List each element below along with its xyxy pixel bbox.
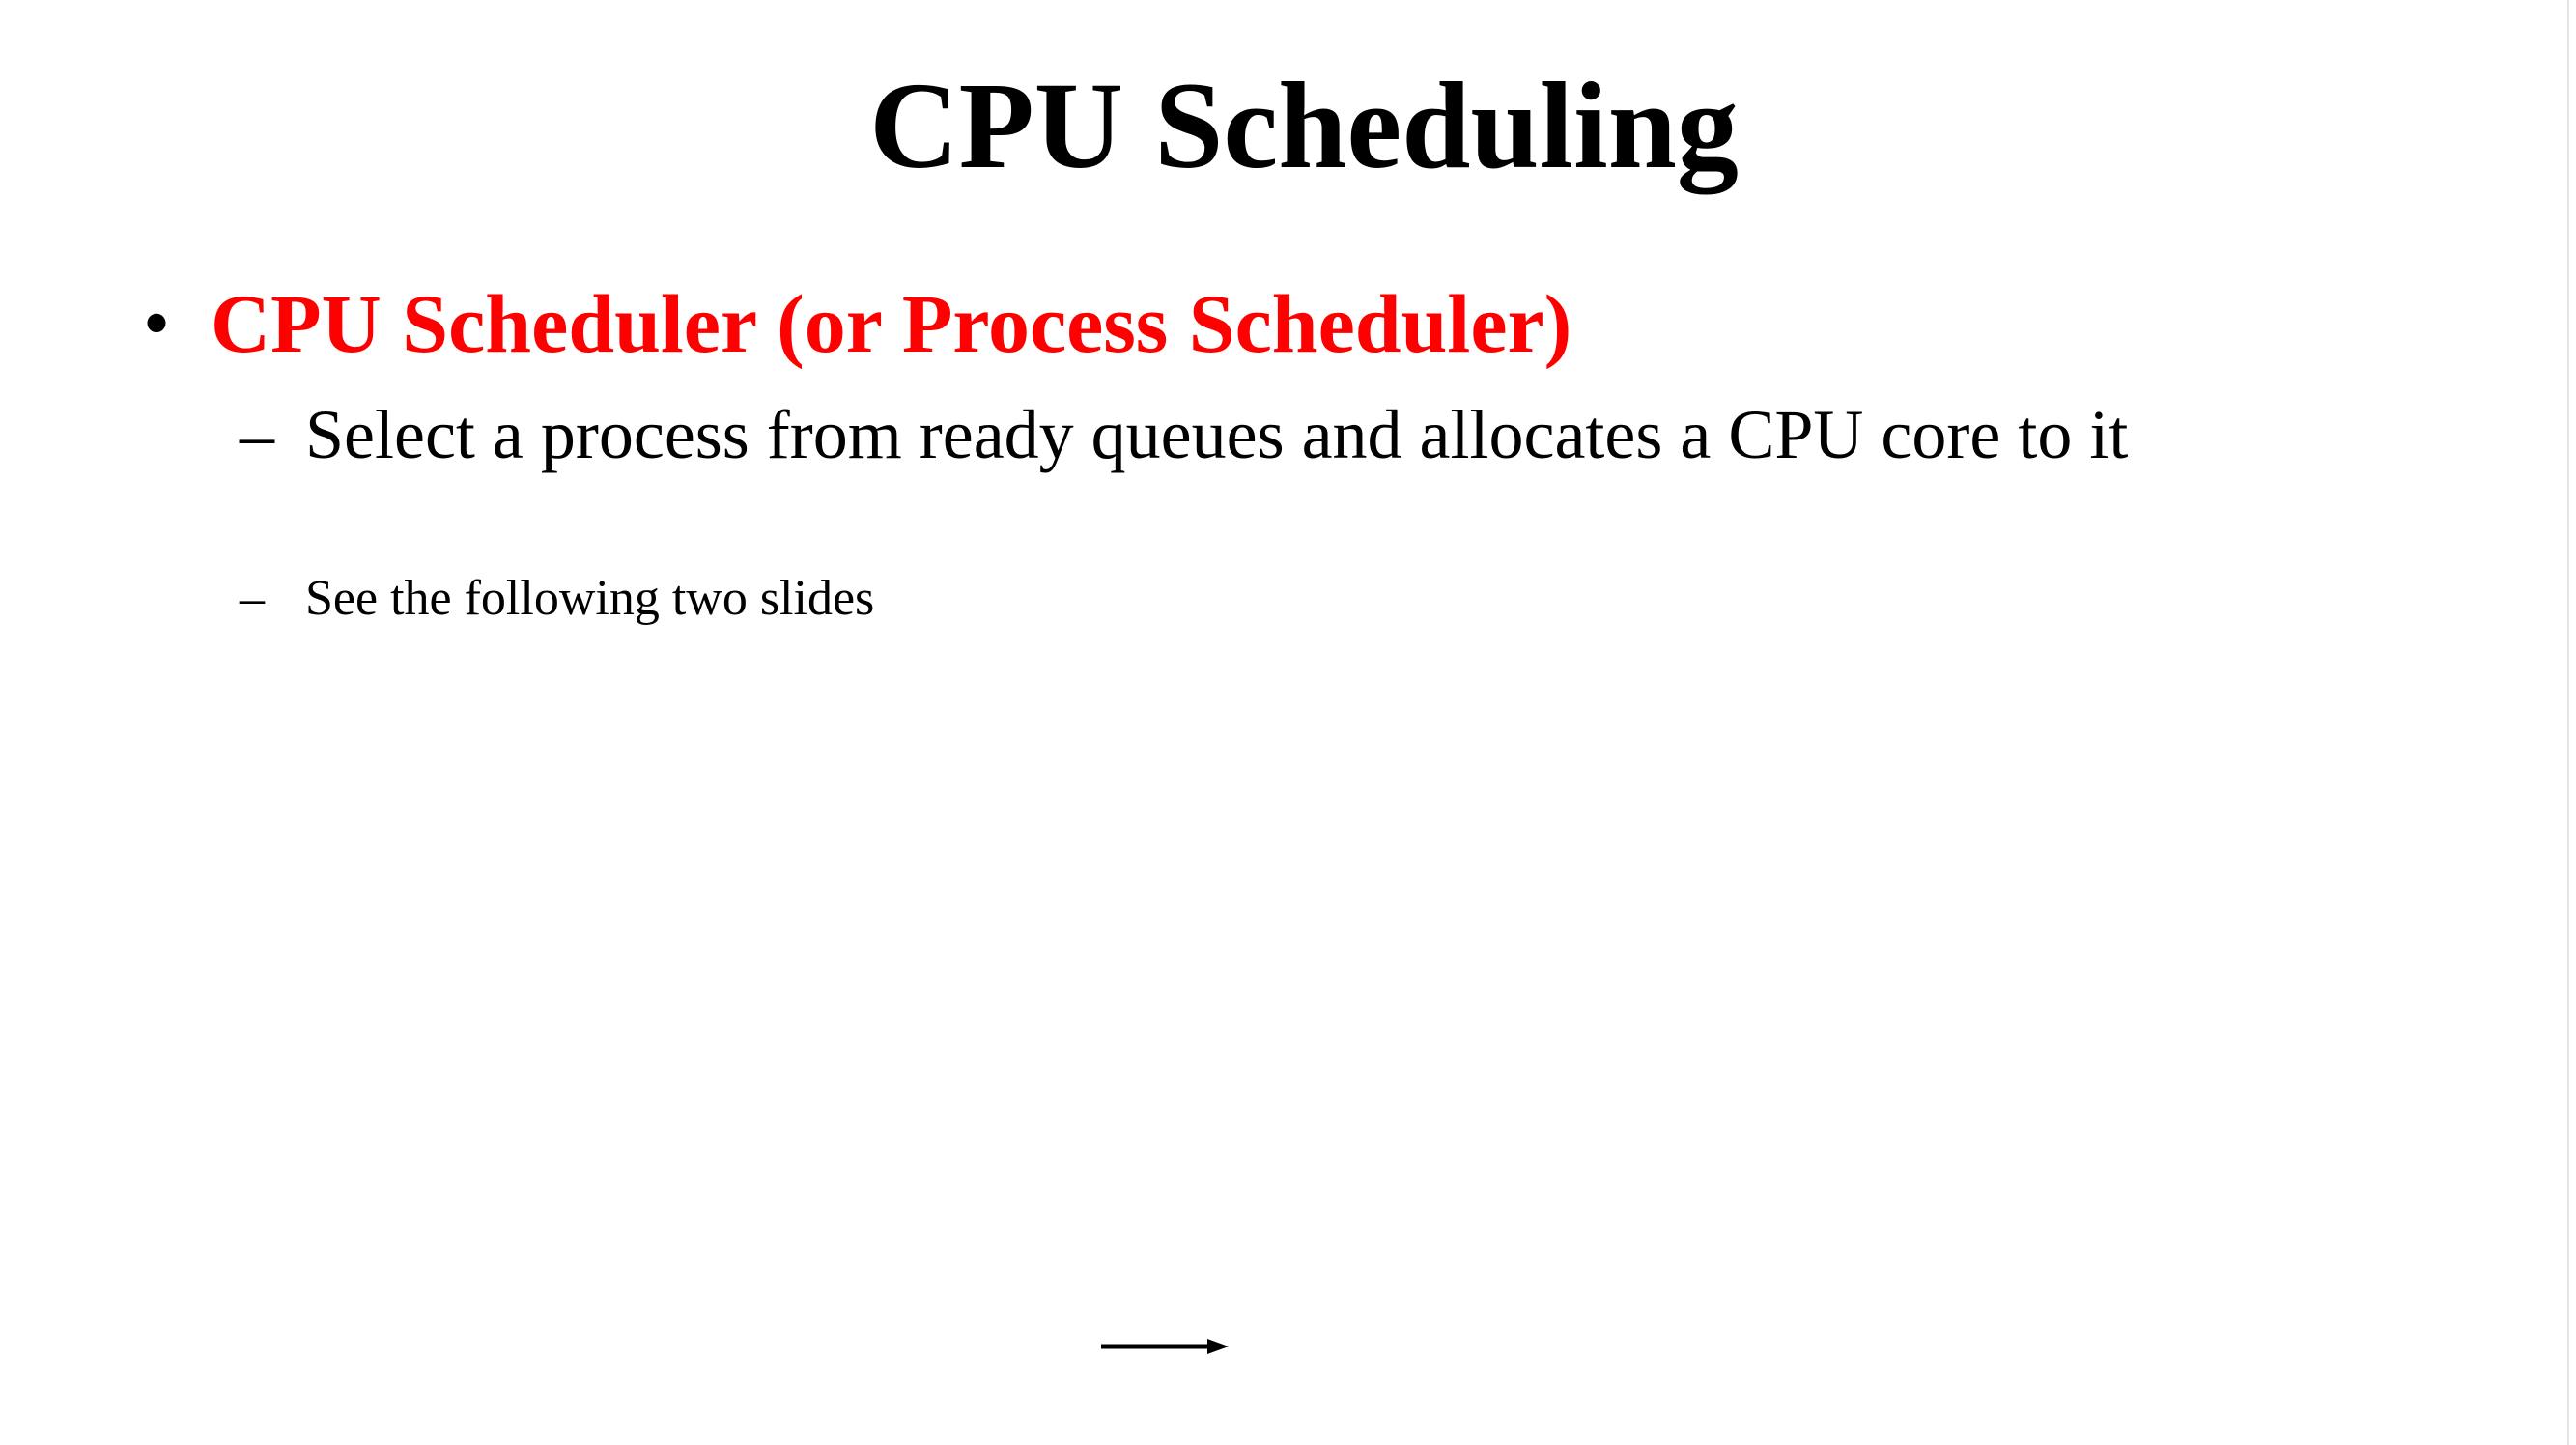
slide: CPU Scheduling • CPU Scheduler (or Proce…	[0, 0, 2576, 1445]
bullet-marker: •	[143, 281, 171, 366]
sub-bullet-text-select-process: Select a process from ready queues and a…	[305, 396, 2129, 473]
right-arrow-icon	[1101, 1339, 1229, 1354]
sub-bullet-marker: –	[240, 571, 265, 626]
bullet-heading-cpu-scheduler: CPU Scheduler (or Process Scheduler)	[211, 277, 1572, 370]
sub-bullet-marker: –	[240, 396, 274, 473]
slide-title: CPU Scheduling	[869, 57, 1739, 194]
slide-edge-divider	[2567, 0, 2569, 1445]
sub-bullet-text-see-following: See the following two slides	[305, 571, 875, 626]
